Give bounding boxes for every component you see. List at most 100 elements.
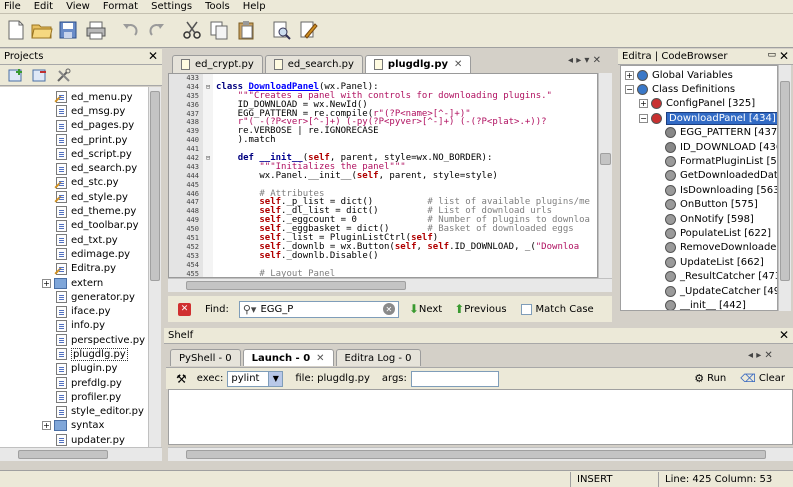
fold-marker[interactable]	[203, 180, 213, 190]
launch-output[interactable]	[168, 389, 793, 445]
codebrowser-item[interactable]: − DownloadPanel [434]	[621, 111, 777, 125]
codebrowser-item[interactable]: OnNotify [598]	[621, 212, 777, 226]
remove-project-icon[interactable]	[32, 68, 48, 86]
editor-vscrollbar[interactable]	[598, 73, 612, 278]
project-tree-item[interactable]: ed_msg.py	[0, 104, 148, 118]
fold-marker[interactable]	[203, 171, 213, 181]
maximize-icon[interactable]: ▭	[767, 50, 776, 60]
codebrowser-item[interactable]: OnButton [575]	[621, 198, 777, 212]
redo-icon[interactable]	[145, 18, 169, 42]
fold-marker[interactable]	[203, 269, 213, 277]
project-tree-item[interactable]: ed_txt.py	[0, 233, 148, 247]
shelf-tab[interactable]: Editra Log - 0	[335, 349, 421, 366]
fold-marker[interactable]: ⊟	[203, 82, 213, 92]
project-tree-item[interactable]: ed_theme.py	[0, 204, 148, 218]
project-tree-item[interactable]: profiler.py	[0, 390, 148, 404]
find-replace-icon[interactable]	[297, 18, 321, 42]
project-tree-item[interactable]: iface.py	[0, 304, 148, 318]
project-tree-item[interactable]: ed_script.py	[0, 147, 148, 161]
codebrowser-item[interactable]: GetDownloadedData	[621, 169, 777, 183]
project-tree-item[interactable]: ed_print.py	[0, 133, 148, 147]
menu-settings[interactable]: Settings	[151, 1, 192, 12]
clear-search-icon[interactable]: ✕	[382, 303, 395, 315]
cut-icon[interactable]	[180, 18, 204, 42]
project-tree-item[interactable]: plugin.py	[0, 362, 148, 376]
codebrowser-item[interactable]: − Class Definitions	[621, 82, 777, 96]
shelf-tab[interactable]: PyShell - 0	[170, 349, 241, 366]
codebrowser-item[interactable]: _ResultCatcher [473	[621, 269, 777, 283]
project-tree-item[interactable]: style_editor.py	[0, 405, 148, 419]
close-icon[interactable]: ✕	[779, 49, 789, 63]
scroll-thumb[interactable]	[150, 91, 160, 281]
find-input[interactable]: ⚲▾ EGG_P ✕	[238, 300, 399, 318]
fold-marker[interactable]	[203, 198, 213, 208]
fold-marker[interactable]	[203, 127, 213, 137]
codebrowser-item[interactable]: RemoveDownloadec	[621, 241, 777, 255]
project-tree-item[interactable]: edimage.py	[0, 247, 148, 261]
project-tree-item[interactable]: updater.py	[0, 433, 148, 447]
fold-marker[interactable]	[203, 234, 213, 243]
project-tree-item[interactable]: ed_toolbar.py	[0, 219, 148, 233]
codebrowser-item[interactable]: FormatPluginList [50	[621, 154, 777, 168]
scroll-thumb[interactable]	[186, 281, 406, 290]
menu-format[interactable]: Format	[103, 1, 138, 12]
scroll-thumb[interactable]	[600, 153, 611, 165]
fold-marker[interactable]	[203, 118, 213, 128]
find-previous-button[interactable]: ⬆ Previous	[454, 302, 506, 316]
editor-hscrollbar[interactable]	[168, 278, 612, 292]
match-case-checkbox[interactable]	[520, 303, 532, 315]
new-file-icon[interactable]	[4, 18, 28, 42]
fold-marker[interactable]	[203, 242, 213, 252]
fold-marker[interactable]	[203, 145, 213, 155]
chevron-down-icon[interactable]: ▼	[268, 371, 283, 386]
scroll-thumb[interactable]	[186, 450, 766, 459]
fold-marker[interactable]	[203, 189, 213, 199]
collapse-icon[interactable]: −	[639, 113, 648, 123]
fold-marker[interactable]	[203, 216, 213, 226]
print-icon[interactable]	[84, 18, 108, 42]
fold-marker[interactable]: ⊟	[203, 154, 213, 163]
project-tree-item[interactable]: ed_stc.py	[0, 176, 148, 190]
project-tree-item[interactable]: Editra.py	[0, 262, 148, 276]
codebrowser-item[interactable]: IsDownloading [563	[621, 183, 777, 197]
copy-icon[interactable]	[207, 18, 231, 42]
tools-icon[interactable]: ⚒	[176, 372, 187, 386]
tab-nav-arrows[interactable]: ◂ ▸ ▾ ✕	[568, 55, 601, 66]
scroll-thumb[interactable]	[780, 81, 790, 281]
codebrowser-vscrollbar[interactable]	[778, 65, 791, 311]
project-tree-item[interactable]: info.py	[0, 319, 148, 333]
collapse-icon[interactable]: −	[625, 85, 634, 95]
clear-button[interactable]: ⌫ Clear	[740, 372, 785, 385]
fold-marker[interactable]	[203, 260, 213, 270]
menu-tools[interactable]: Tools	[205, 1, 230, 12]
find-icon[interactable]	[270, 18, 294, 42]
menu-file[interactable]: File	[4, 1, 21, 12]
fold-marker[interactable]	[203, 136, 213, 146]
search-icon[interactable]: ⚲▾	[243, 303, 257, 316]
editor-tab[interactable]: ed_search.py	[264, 55, 363, 73]
expand-icon[interactable]: +	[625, 70, 634, 80]
fold-marker[interactable]	[203, 91, 213, 101]
run-button[interactable]: ⚙ Run	[694, 372, 726, 385]
settings-tools-icon[interactable]	[56, 68, 72, 86]
codebrowser-item[interactable]: EGG_PATTERN [437	[621, 126, 777, 140]
fold-marker[interactable]	[203, 109, 213, 119]
fold-marker[interactable]	[203, 225, 213, 235]
save-icon[interactable]	[57, 18, 81, 42]
project-tree-item[interactable]: perspective.py	[0, 333, 148, 347]
project-tree-item[interactable]: plugdlg.py	[0, 347, 148, 361]
editor-tab[interactable]: plugdlg.py ✕	[364, 55, 472, 73]
args-input[interactable]	[410, 370, 499, 387]
close-icon[interactable]: ✕	[779, 328, 789, 342]
project-tree-item[interactable]: ed_pages.py	[0, 119, 148, 133]
expand-icon[interactable]: +	[42, 421, 51, 431]
menu-view[interactable]: View	[66, 1, 90, 12]
menu-help[interactable]: Help	[243, 1, 266, 12]
close-icon[interactable]: ✕	[148, 49, 158, 63]
codebrowser-item[interactable]: PopulateList [622]	[621, 226, 777, 240]
project-tree-item[interactable]: ed_search.py	[0, 161, 148, 175]
paste-icon[interactable]	[234, 18, 258, 42]
codebrowser-item[interactable]: ID_DOWNLOAD [436	[621, 140, 777, 154]
project-tree-item[interactable]: + syntax	[0, 419, 148, 433]
fold-marker[interactable]	[203, 74, 213, 83]
